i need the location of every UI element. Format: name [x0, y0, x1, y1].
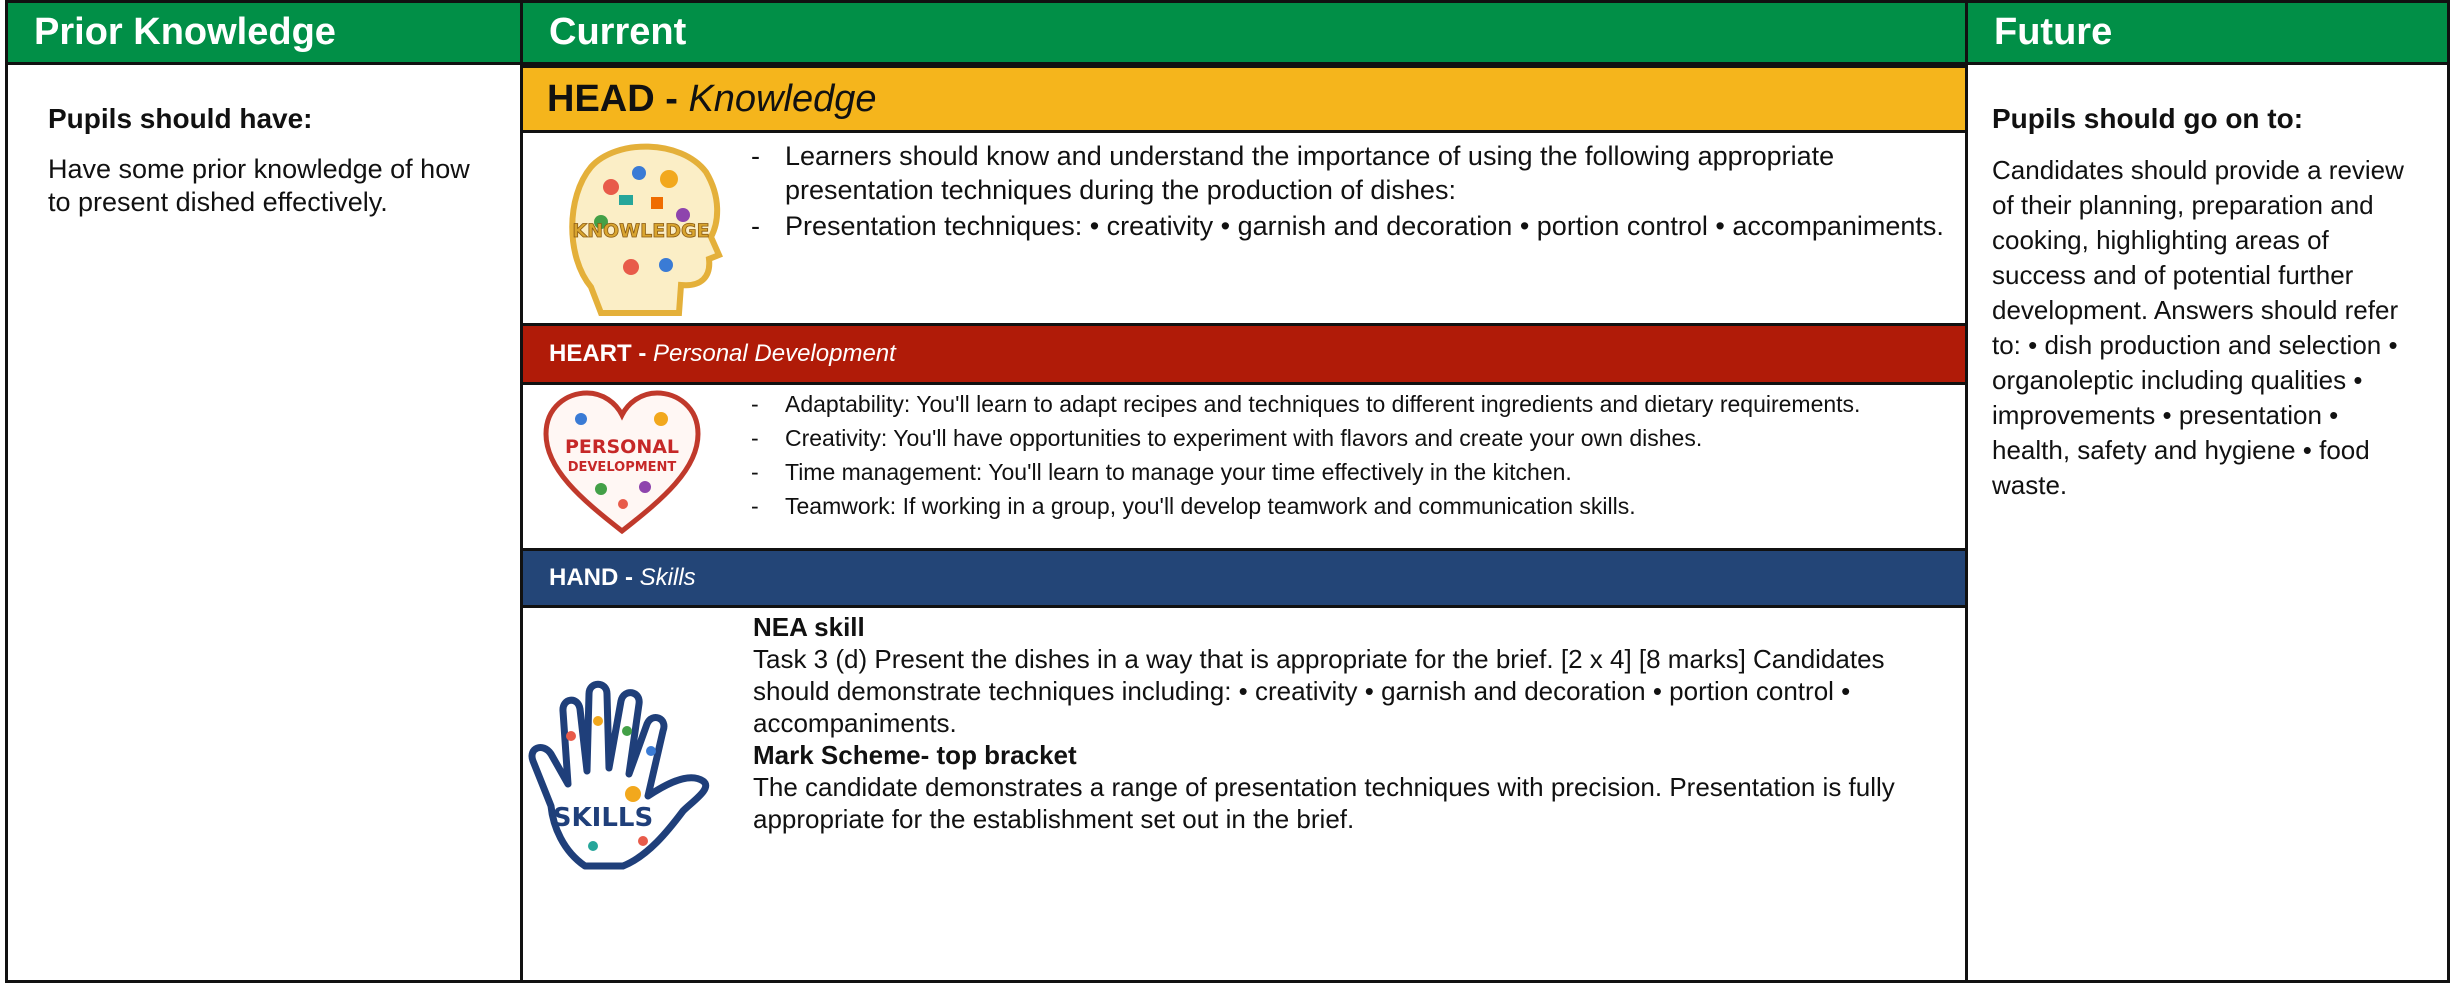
- hand-title-italic: Skills: [639, 564, 696, 591]
- hand-text: NEA skill Task 3 (d) Present the dishes …: [753, 611, 1953, 835]
- knowledge-image-label: KNOWLEDGE: [572, 220, 709, 242]
- head-title-italic: Knowledge: [688, 77, 877, 120]
- heart-item: Creativity: You'll have opportunities to…: [751, 425, 1951, 452]
- head-list: Learners should know and understand the …: [751, 139, 1951, 245]
- hand-title-bold: HAND -: [549, 564, 633, 591]
- nea-text: Task 3 (d) Present the dishes in a way t…: [753, 644, 1885, 738]
- hand-band: HAND - Skills: [523, 548, 1965, 608]
- heart-item: Adaptability: You'll learn to adapt reci…: [751, 391, 1951, 418]
- hand-section: SKILLS NEA skill Task 3 (d) Present the …: [523, 608, 1965, 986]
- head-section: KNOWLEDGE Learners should know and under…: [523, 133, 1965, 323]
- current-header: Current: [523, 3, 1965, 65]
- lesson-overview-table: Prior Knowledge Pupils should have: Have…: [0, 0, 2450, 983]
- skills-image-label: SKILLS: [553, 803, 653, 833]
- future-header: Future: [1968, 3, 2447, 65]
- head-band: HEAD - Knowledge: [523, 65, 1965, 133]
- nea-heading: NEA skill: [753, 612, 865, 642]
- heart-list: Adaptability: You'll learn to adapt reci…: [751, 391, 1951, 527]
- future-column: Future Pupils should go on to: Candidate…: [1965, 0, 2450, 983]
- heart-title-italic: Personal Development: [653, 340, 896, 367]
- personal-development-heart-icon: PERSONAL DEVELOPMENT: [543, 390, 701, 535]
- prior-knowledge-column: Prior Knowledge Pupils should have: Have…: [5, 0, 523, 983]
- prior-text: Have some prior knowledge of how to pres…: [48, 154, 470, 217]
- prior-subheading: Pupils should have:: [48, 103, 313, 134]
- prior-knowledge-header: Prior Knowledge: [8, 3, 520, 65]
- current-column: Current HEAD - Knowledge KNOWLEDGE Learn…: [520, 0, 1968, 983]
- knowledge-head-icon: KNOWLEDGE: [569, 143, 723, 316]
- mark-scheme-text: The candidate demonstrates a range of pr…: [753, 772, 1895, 834]
- head-item: Presentation techniques: • creativity • …: [751, 209, 1951, 243]
- personal-image-label: PERSONAL: [565, 436, 679, 458]
- heart-title-bold: HEART -: [549, 340, 647, 367]
- future-body: Pupils should go on to: Candidates shoul…: [1968, 65, 2447, 541]
- head-item: Learners should know and understand the …: [751, 139, 1951, 207]
- future-subheading: Pupils should go on to:: [1992, 103, 2304, 134]
- mark-scheme-heading: Mark Scheme- top bracket: [753, 740, 1077, 770]
- development-image-label: DEVELOPMENT: [568, 460, 677, 475]
- heart-item: Time management: You'll learn to manage …: [751, 459, 1951, 486]
- head-title-bold: HEAD -: [547, 77, 678, 120]
- heart-band: HEART - Personal Development: [523, 323, 1965, 385]
- skills-hand-icon: SKILLS: [528, 680, 709, 870]
- heart-section: PERSONAL DEVELOPMENT Adaptability: You'l…: [523, 385, 1965, 548]
- future-text: Candidates should provide a review of th…: [1992, 155, 2404, 500]
- heart-item: Teamwork: If working in a group, you'll …: [751, 493, 1951, 520]
- prior-knowledge-body: Pupils should have: Have some prior know…: [8, 65, 520, 257]
